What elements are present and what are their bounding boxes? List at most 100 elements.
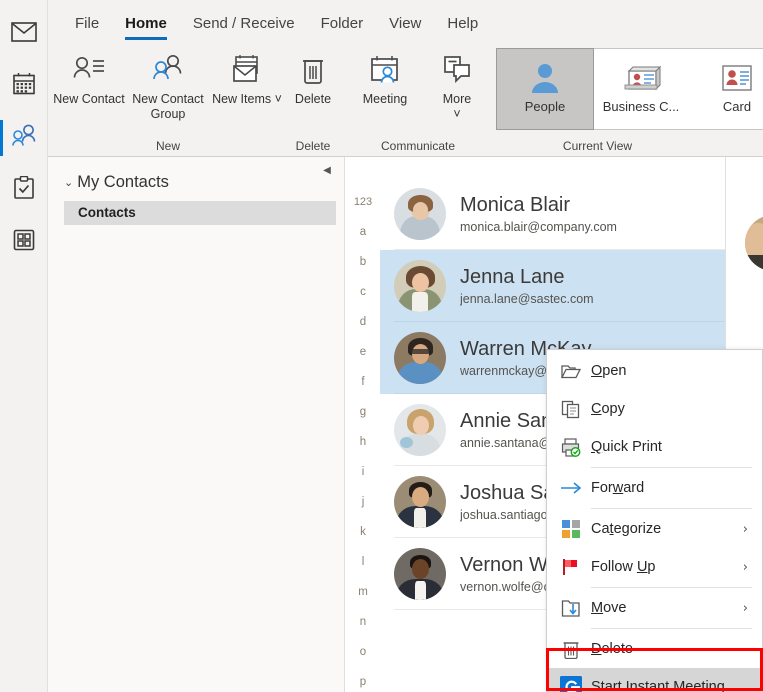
meeting-label: Meeting [362, 92, 408, 106]
menu-item-move[interactable]: Move › [547, 589, 762, 627]
delete-trash-icon [557, 637, 585, 661]
chevron-down-icon-folders: ⌄ [64, 177, 74, 189]
alpha-index-i[interactable]: i [362, 457, 365, 487]
avatar [394, 548, 446, 600]
quick-print-icon [557, 435, 585, 459]
people-view-icon [528, 57, 562, 99]
collapse-pane-button[interactable]: ◀ [318, 161, 336, 179]
ribbon-group-delete-label: Delete [295, 139, 331, 153]
menu-item-copy[interactable]: Copy [547, 390, 762, 428]
more-apps-icon [13, 229, 35, 256]
rail-item-mail[interactable] [0, 8, 48, 60]
forward-arrow-icon [557, 476, 585, 500]
rail-item-more-apps[interactable] [0, 216, 48, 268]
new-items-label: New Items ˅ [211, 92, 283, 107]
alpha-index-l[interactable]: l [362, 547, 365, 577]
follow-up-flag-icon [557, 555, 585, 579]
alphabet-index[interactable]: 123 a b c d e f g h i j k l m n o p q [346, 157, 380, 692]
tab-view[interactable]: View [376, 16, 434, 40]
open-rest: pen [602, 363, 627, 379]
copy-icon [557, 397, 585, 421]
ribbon-groups: New Contact New Contact Group New Items … [48, 40, 763, 156]
alpha-index-p[interactable]: p [360, 667, 366, 692]
alpha-index-e[interactable]: e [360, 337, 366, 367]
more-button[interactable]: More ˅ [424, 46, 490, 124]
new-items-icon [229, 50, 265, 90]
alpha-index-h[interactable]: h [360, 427, 366, 457]
alpha-index-o[interactable]: o [360, 637, 366, 667]
contact-info: Jenna Lane jenna.lane@sastec.com [460, 265, 594, 308]
tab-view-label: View [389, 15, 422, 32]
menu-item-move-label: Move [591, 600, 627, 616]
chevron-left-icon: ◀ [323, 164, 331, 176]
view-business-card-button[interactable]: Business C... [593, 49, 689, 129]
menu-item-categorize[interactable]: Categorize › [547, 510, 762, 548]
submenu-arrow-icon: › [742, 600, 748, 616]
rail-item-people[interactable] [0, 112, 48, 164]
new-items-button[interactable]: New Items ˅ [211, 46, 283, 124]
menu-item-start-instant-meeting-label: Start Instant Meeting [591, 679, 725, 692]
tab-folder[interactable]: Folder [308, 16, 377, 40]
menu-item-open-label: Open [591, 363, 627, 379]
delete-icon [299, 50, 327, 90]
contact-email: monica.blair@company.com [460, 219, 617, 234]
alpha-index-g[interactable]: g [360, 397, 366, 427]
chevron-down-icon-more[interactable]: ˅ [453, 107, 460, 121]
calendar-icon [12, 72, 36, 101]
reading-pane-avatar [745, 215, 763, 271]
menu-item-categorize-label: Categorize [591, 521, 662, 537]
folder-group-label: My Contacts [77, 173, 169, 191]
menu-item-follow-up[interactable]: Follow Up › [547, 548, 762, 586]
tab-send-receive[interactable]: Send / Receive [180, 16, 308, 40]
alpha-index-n[interactable]: n [360, 607, 366, 637]
sidebar-item-contacts[interactable]: Contacts [64, 201, 336, 225]
avatar [394, 188, 446, 240]
menu-item-quick-print[interactable]: Quick Print [547, 428, 762, 466]
alpha-index-m[interactable]: m [358, 577, 368, 607]
ribbon-group-new: New Contact New Contact Group New Items … [53, 40, 283, 156]
business-card-view-icon [620, 57, 662, 99]
contact-row-monica-blair[interactable]: Monica Blair monica.blair@company.com [380, 178, 725, 250]
menu-item-start-instant-meeting[interactable]: Start Instant Meeting [547, 668, 762, 692]
contact-row-jenna-lane[interactable]: Jenna Lane jenna.lane@sastec.com [380, 250, 725, 322]
gotomeeting-icon [557, 675, 585, 692]
alpha-index-f[interactable]: f [361, 367, 364, 397]
alpha-index-c[interactable]: c [360, 277, 366, 307]
delete-button[interactable]: Delete [280, 46, 346, 124]
tab-help-label: Help [447, 15, 479, 32]
contact-info: Monica Blair monica.blair@company.com [460, 193, 617, 236]
new-contact-button[interactable]: New Contact [53, 46, 125, 124]
meeting-button[interactable]: Meeting [346, 46, 424, 124]
alpha-index-123[interactable]: 123 [354, 187, 372, 217]
tab-home[interactable]: Home [112, 16, 180, 40]
meeting-icon [368, 50, 402, 90]
view-people-label: People [524, 99, 566, 114]
new-contact-group-button[interactable]: New Contact Group [122, 46, 214, 124]
avatar [394, 260, 446, 312]
rail-item-tasks[interactable] [0, 164, 48, 216]
tab-help[interactable]: Help [434, 16, 491, 40]
rail-item-calendar[interactable] [0, 60, 48, 112]
menu-item-open[interactable]: Open [547, 352, 762, 390]
avatar [394, 476, 446, 528]
view-people-button[interactable]: People [496, 48, 594, 130]
current-view-gallery: People Business C... Card [496, 48, 763, 130]
more-icon [441, 50, 473, 90]
menu-separator-2 [591, 508, 752, 509]
alpha-index-d[interactable]: d [360, 307, 366, 337]
alpha-index-k[interactable]: k [360, 517, 366, 547]
folder-group-header[interactable]: ⌄ My Contacts [48, 157, 344, 192]
folder-pane: ◀ ⌄ My Contacts Contacts [48, 157, 345, 692]
view-card-button[interactable]: Card [689, 49, 763, 129]
alpha-index-b[interactable]: b [360, 247, 366, 277]
more-text: More [442, 92, 472, 106]
tab-file[interactable]: File [62, 16, 112, 40]
context-menu: Open Copy Quick Print Forward Categorize… [546, 349, 763, 692]
menu-item-delete[interactable]: Delete [547, 630, 762, 668]
ribbon-group-current-view-label: Current View [562, 139, 633, 153]
mail-icon [10, 21, 37, 47]
submenu-arrow-icon: › [742, 559, 748, 575]
menu-item-forward[interactable]: Forward [547, 469, 762, 507]
alpha-index-j[interactable]: j [362, 487, 365, 517]
alpha-index-a[interactable]: a [360, 217, 366, 247]
